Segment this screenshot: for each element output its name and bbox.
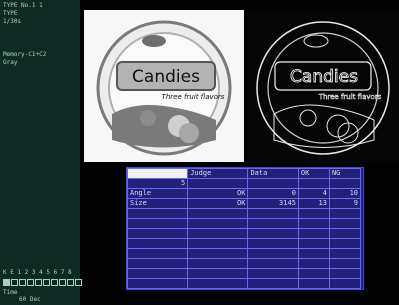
table-row: Angle OK 0 4 10 [126, 188, 362, 199]
channel-box [19, 279, 26, 286]
header-ng: NG [328, 168, 362, 179]
channel-box [75, 279, 82, 286]
channel-box [11, 279, 18, 286]
channel-box [3, 279, 10, 286]
row-label: Size [126, 198, 189, 209]
type-line-1: TYPE No.1 1 [3, 2, 43, 9]
table-row: Size OK 3145 13 9 [126, 198, 362, 209]
edge-logo-text: Candies [290, 67, 358, 87]
header-row: Judge Data OK NG [126, 168, 362, 179]
row-data: 0 [247, 188, 299, 199]
channel-box [35, 279, 42, 286]
table-row [126, 228, 362, 239]
row-judge: OK [187, 198, 249, 209]
row-ok: 13 [297, 198, 330, 209]
results-grid: Judge Data OK NG 5 Angle OK 0 4 10 Size … [126, 168, 362, 289]
row-judge: OK [187, 188, 249, 199]
header-blank [126, 168, 189, 179]
memory-mode: Memory-C1+C2 [3, 51, 47, 58]
time-label: Time [3, 289, 18, 296]
table-row [126, 268, 362, 279]
left-status-panel: TYPE No.1 1 TYPE 1/30s Memory-C1+C2 Gray [0, 0, 80, 305]
edge-detected-image: Candies Three fruit flavors [256, 21, 390, 155]
row-ok: 4 [297, 188, 330, 199]
table-row: 5 [126, 178, 362, 189]
edge-subtitle: Three fruit flavors [318, 93, 382, 101]
color-mode: Gray [3, 59, 18, 66]
channel-box [43, 279, 50, 286]
table-row [126, 248, 362, 259]
camera-image-right: Candies Three fruit flavors [246, 10, 399, 162]
table-row [126, 238, 362, 249]
header-ok: OK [297, 168, 330, 179]
channel-box [59, 279, 66, 286]
channel-box [27, 279, 34, 286]
camera-image-left: Candies Three fruit flavors [84, 10, 244, 162]
row-data: 3145 [247, 198, 299, 209]
header-judge: Judge [187, 168, 249, 179]
channel-box [51, 279, 58, 286]
table-row [126, 278, 362, 289]
candies-logo-text: Candies [132, 67, 200, 87]
flavor-subtitle: Three fruit flavors [162, 93, 225, 101]
channel-indicators [3, 279, 82, 286]
table-row [126, 208, 362, 219]
type-line-2: TYPE [3, 10, 18, 17]
candy-tin-image: Candies Three fruit flavors [96, 20, 232, 156]
row-number: 5 [126, 178, 189, 189]
time-value: 60 Dec [19, 296, 41, 303]
inspection-results-table: Judge Data OK NG 5 Angle OK 0 4 10 Size … [126, 167, 364, 290]
row-ng: 10 [328, 188, 362, 199]
table-row [126, 218, 362, 229]
channel-indicator-label: K E 1 2 3 4 5 6 7 8 [3, 269, 72, 276]
row-label: Angle [126, 188, 189, 199]
shutter-speed: 1/30s [3, 18, 22, 25]
channel-box [67, 279, 74, 286]
header-data: Data [247, 168, 299, 179]
table-row [126, 258, 362, 269]
row-ng: 9 [328, 198, 362, 209]
